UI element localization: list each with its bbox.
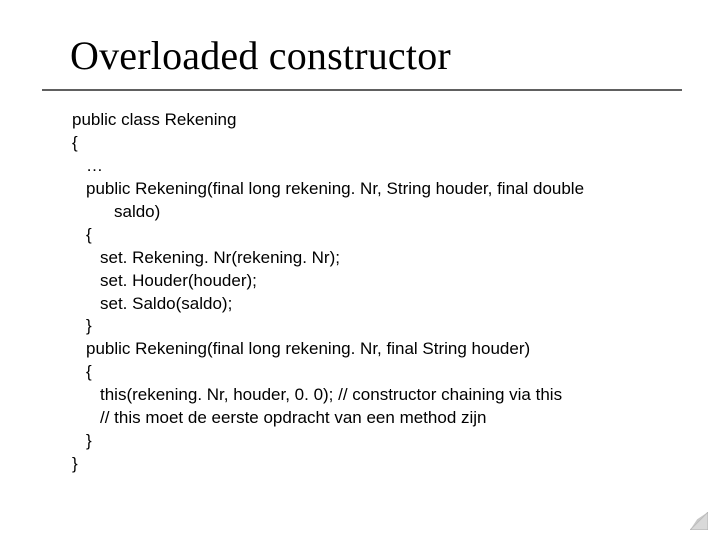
code-line: { bbox=[72, 132, 684, 155]
code-line: } bbox=[72, 315, 684, 338]
slide: Overloaded constructor public class Reke… bbox=[0, 0, 720, 540]
code-block: public class Rekening { … public Rekenin… bbox=[72, 109, 684, 476]
code-line: set. Saldo(saldo); bbox=[72, 293, 684, 316]
title-divider bbox=[42, 89, 682, 91]
code-line: } bbox=[72, 453, 684, 476]
code-line: } bbox=[72, 430, 684, 453]
code-line: { bbox=[72, 224, 684, 247]
code-line: set. Rekening. Nr(rekening. Nr); bbox=[72, 247, 684, 270]
code-line: … bbox=[72, 155, 684, 178]
code-line: saldo) bbox=[72, 201, 684, 224]
code-line: set. Houder(houder); bbox=[72, 270, 684, 293]
slide-title: Overloaded constructor bbox=[70, 32, 684, 79]
code-line: { bbox=[72, 361, 684, 384]
code-line: public Rekening(final long rekening. Nr,… bbox=[72, 178, 684, 201]
page-corner-icon bbox=[690, 512, 708, 530]
code-line: public class Rekening bbox=[72, 109, 684, 132]
code-line: public Rekening(final long rekening. Nr,… bbox=[72, 338, 684, 361]
code-line: this(rekening. Nr, houder, 0. 0); // con… bbox=[72, 384, 684, 407]
code-line: // this moet de eerste opdracht van een … bbox=[72, 407, 684, 430]
